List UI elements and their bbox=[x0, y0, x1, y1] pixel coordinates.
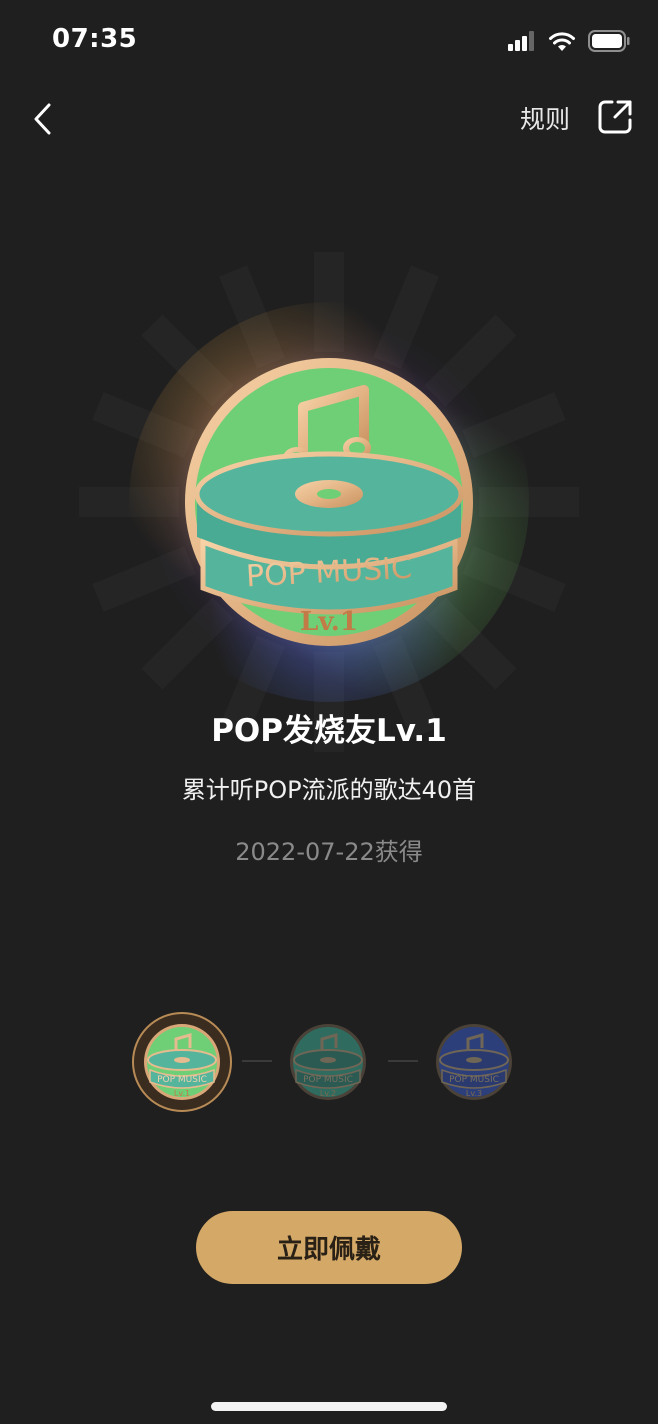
level-item-2[interactable]: POP MUSIC Lv.2 bbox=[276, 1010, 380, 1114]
status-icons bbox=[508, 30, 630, 52]
badge-title: POP发烧友Lv.1 bbox=[211, 713, 447, 749]
back-button[interactable] bbox=[22, 96, 62, 142]
level-connector bbox=[388, 1060, 418, 1062]
level-3-badge-icon: POP MUSIC Lv.3 bbox=[436, 1024, 512, 1100]
rules-link[interactable]: 规则 bbox=[520, 100, 570, 136]
battery-icon bbox=[588, 30, 630, 52]
status-bar: 07:35 bbox=[0, 0, 658, 84]
level-1-label: Lv.1 bbox=[174, 1089, 190, 1098]
badge-illustration: POP MUSIC Lv.1 bbox=[79, 252, 579, 752]
level-3-label: Lv.3 bbox=[466, 1089, 482, 1098]
level-2-badge-icon: POP MUSIC Lv.2 bbox=[290, 1024, 366, 1100]
level-2-label: Lv.2 bbox=[320, 1089, 336, 1098]
level-item-3[interactable]: POP MUSIC Lv.3 bbox=[422, 1010, 526, 1114]
level-item-1[interactable]: POP MUSIC Lv.1 bbox=[130, 1010, 234, 1114]
wear-now-button[interactable]: 立即佩戴 bbox=[196, 1211, 462, 1284]
wifi-icon bbox=[549, 31, 575, 51]
share-button[interactable] bbox=[596, 98, 634, 136]
svg-text:POP MUSIC: POP MUSIC bbox=[303, 1075, 353, 1085]
badge-hero: POP MUSIC Lv.1 bbox=[59, 232, 599, 772]
badge-level-text: Lv.1 bbox=[300, 607, 358, 637]
svg-text:POP MUSIC: POP MUSIC bbox=[157, 1075, 207, 1085]
signal-icon bbox=[508, 31, 534, 51]
chevron-left-icon bbox=[34, 103, 51, 135]
level-connector bbox=[242, 1060, 272, 1062]
level-1-badge-icon: POP MUSIC Lv.1 bbox=[132, 1012, 232, 1112]
home-indicator bbox=[211, 1402, 447, 1411]
badge-obtained-date: 2022-07-22获得 bbox=[235, 838, 423, 866]
level-selector: POP MUSIC Lv.1 POP MUSIC Lv.2 POP MUSIC … bbox=[130, 1010, 530, 1114]
status-time: 07:35 bbox=[52, 24, 138, 54]
share-icon bbox=[598, 100, 632, 134]
svg-text:POP MUSIC: POP MUSIC bbox=[449, 1075, 499, 1085]
badge-description: 累计听POP流派的歌达40首 bbox=[181, 776, 477, 804]
nav-bar: 规则 bbox=[0, 90, 658, 150]
